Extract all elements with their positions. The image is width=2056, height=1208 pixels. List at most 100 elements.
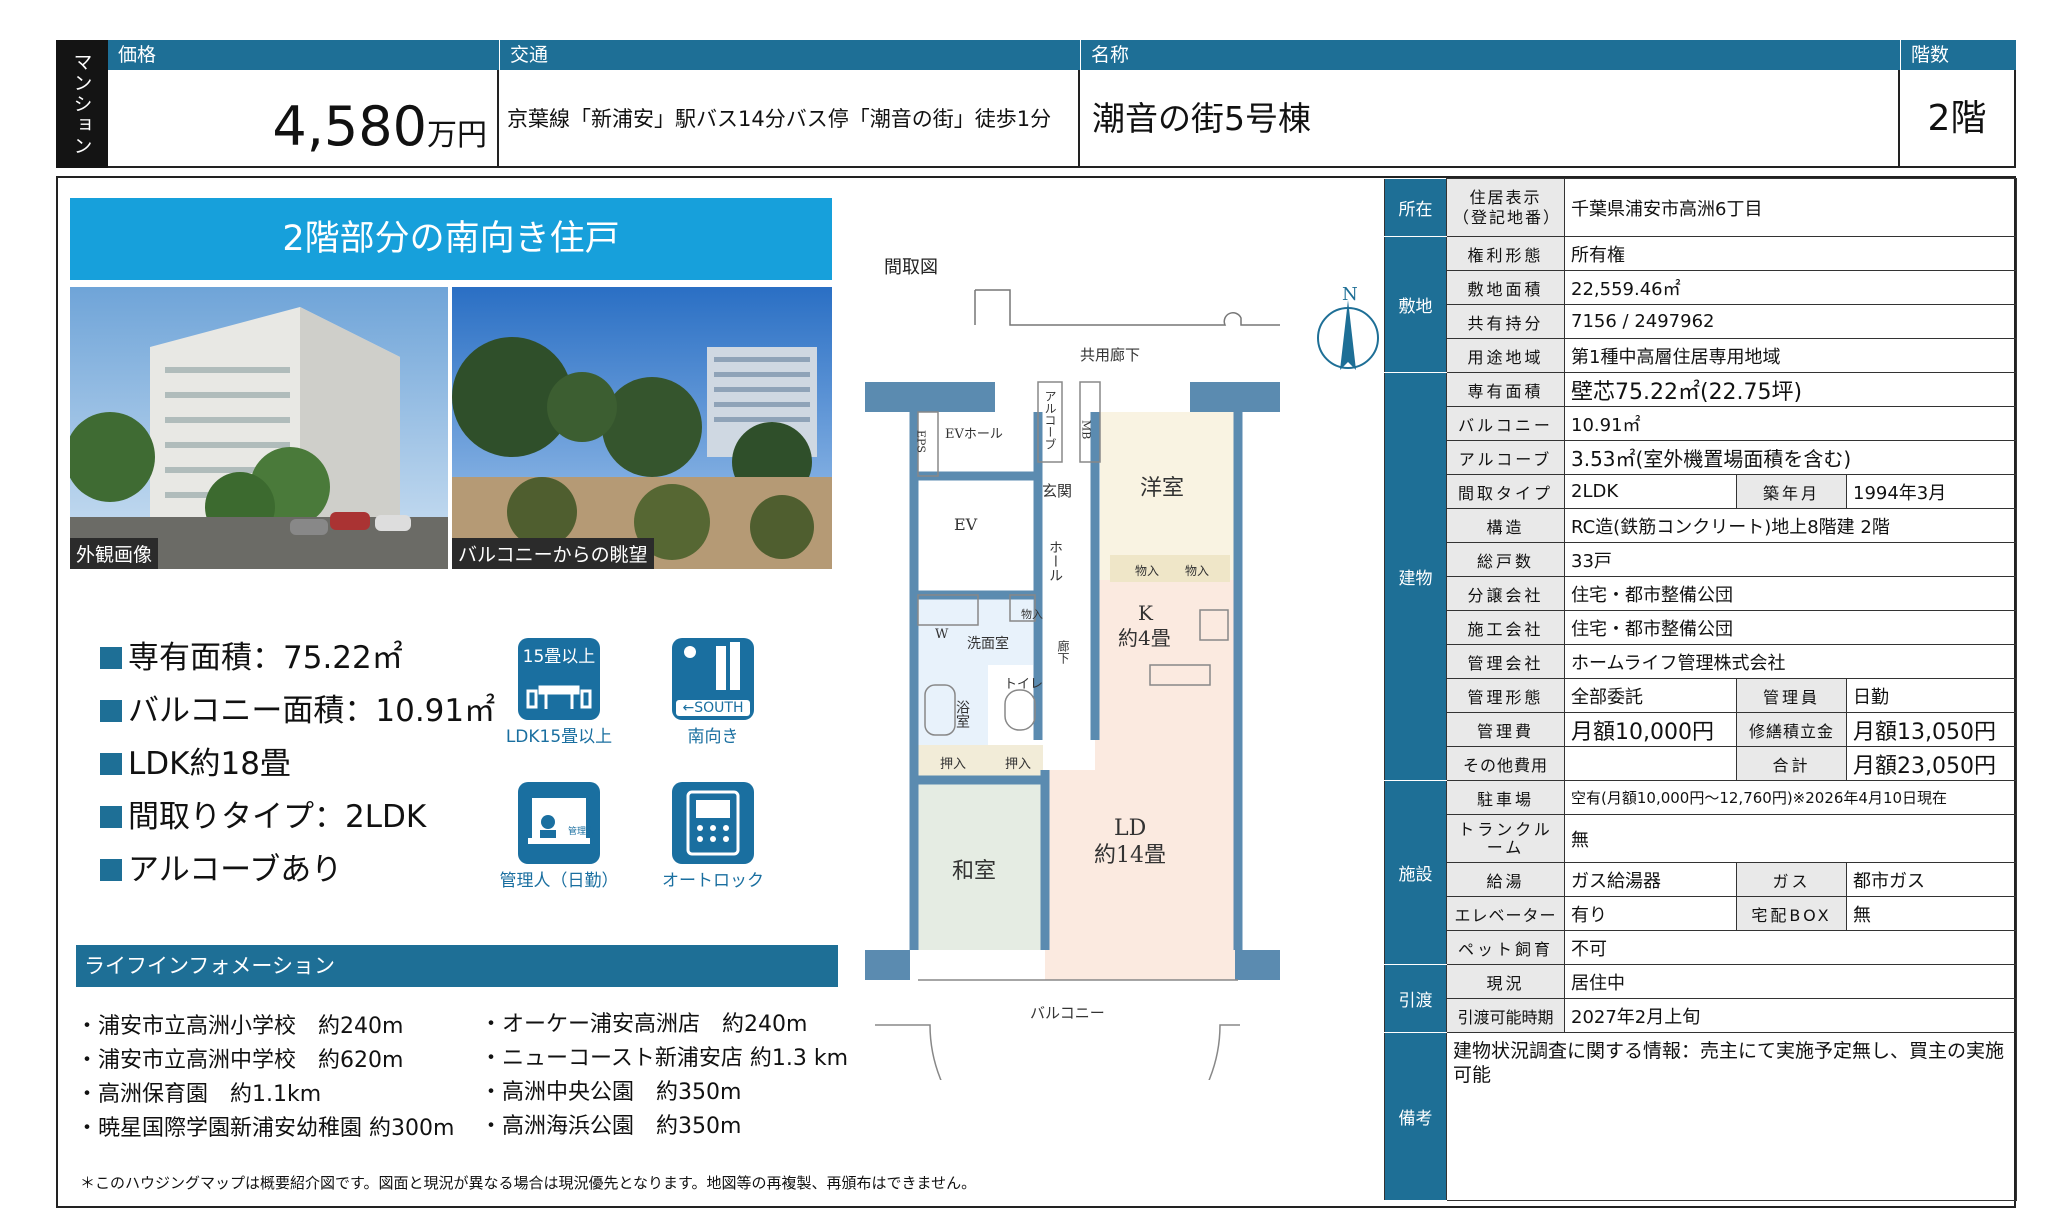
svg-text:玄関: 玄関 [1042, 482, 1072, 500]
svg-text:K: K [1138, 601, 1154, 625]
life-info-title: ライフインフォメーション [76, 945, 838, 987]
svg-text:EPS: EPS [915, 430, 928, 453]
spec-label: 宅配BOX [1736, 896, 1847, 931]
spec-label: その他費用 [1446, 746, 1565, 781]
spec-label: ガス [1736, 862, 1847, 897]
section-building: 建物 [1384, 372, 1447, 781]
ldk15-label: LDK15畳以上 [505, 727, 613, 747]
spec-label: トランクルーム [1446, 814, 1565, 863]
spec-label: 管理員 [1736, 678, 1847, 713]
corridor-label: 共用廊下 [1080, 346, 1140, 364]
svg-text:バルコニー: バルコニー [1030, 1004, 1105, 1022]
feature-ldk: LDK約18畳 [100, 738, 291, 783]
balcony-view-caption: バルコニーからの眺望 [452, 538, 654, 569]
south-icon: ←SOUTH [672, 638, 754, 720]
spec-table: 所在 住居表示 （登記地番） 千葉県浦安市高洲6丁目 敷地 権利形態 所有権 敷地… [1384, 178, 2018, 1201]
spec-value: ホームライフ管理株式会社 [1563, 644, 2018, 679]
floor-label: 階数 [1900, 40, 2016, 70]
exterior-photo: 外観画像 [70, 287, 448, 569]
spec-value: 所有権 [1563, 236, 2018, 271]
spec-value: 1994年3月 [1845, 474, 2018, 509]
svg-text:ホール: ホール [1047, 540, 1063, 582]
traffic-label: 交通 [499, 40, 1080, 70]
spec-value: RC造(鉄筋コンクリート)地上8階建 2階 [1563, 508, 2018, 543]
feature-layout: 間取りタイプ：2LDK [100, 791, 426, 836]
section-handover: 引渡 [1384, 964, 1447, 1033]
traffic: 京葉線「新浦安」駅バス14分バス停「潮音の街」徒歩1分 [499, 70, 1080, 168]
spec-label: 施工会社 [1446, 610, 1565, 645]
spec-value: 22,559.46㎡ [1563, 270, 2018, 305]
spec-label: 住居表示 （登記地番） [1446, 178, 1565, 237]
svg-text:浴室: 浴室 [954, 700, 970, 728]
spec-label: 管理費 [1446, 712, 1565, 747]
svg-text:押入: 押入 [940, 757, 966, 772]
spec-label: 駐車場 [1446, 780, 1565, 815]
name-label: 名称 [1080, 40, 1900, 70]
spec-value: 空有(月額10,000円～12,760円)※2026年4月10日現在 [1563, 780, 2018, 815]
spec-value: 33戸 [1563, 542, 2018, 577]
spec-label: 総戸数 [1446, 542, 1565, 577]
svg-text:和室: 和室 [952, 859, 996, 884]
spec-label: 現況 [1446, 964, 1565, 999]
spec-label: 修繕積立金 [1736, 712, 1847, 747]
spec-label: 合計 [1736, 746, 1847, 781]
floor-plan-title: 間取図 [884, 257, 938, 278]
svg-text:アルコーブ: アルコーブ [1043, 390, 1057, 450]
spec-value: 住宅・都市整備公団 [1563, 610, 2018, 645]
svg-text:EVホール: EVホール [945, 427, 1003, 442]
spec-value: 都市ガス [1845, 862, 2018, 897]
section-location: 所在 [1384, 178, 1447, 237]
svg-text:EV: EV [954, 515, 978, 534]
svg-text:MB: MB [1080, 420, 1093, 439]
address: 千葉県浦安市高洲6丁目 [1563, 178, 2018, 237]
spec-label: アルコーブ [1446, 440, 1565, 475]
autolock-label: オートロック [662, 871, 764, 891]
remarks: 建物状況調査に関する情報：売主にて実施予定無し、買主の実施可能 [1445, 1032, 2018, 1201]
section-site: 敷地 [1384, 236, 1447, 373]
section-remarks: 備考 [1384, 1032, 1447, 1201]
spec-label: バルコニー [1446, 406, 1565, 441]
spec-value: 3.53㎡(室外機置場面積を含む) [1563, 440, 2018, 475]
svg-text:押入: 押入 [1005, 757, 1031, 772]
south-label: 南向き [687, 727, 739, 747]
spec-value: 10.91㎡ [1563, 406, 2018, 441]
spec-label: 管理会社 [1446, 644, 1565, 679]
spec-value: 7156 / 2497962 [1563, 304, 2018, 339]
life-item: ・高洲保育園 約1.1km [76, 1082, 322, 1107]
autolock-icon [672, 782, 754, 864]
spec-label: 用途地域 [1446, 338, 1565, 373]
balcony-view-photo: バルコニーからの眺望 [452, 287, 832, 569]
life-item: ・浦安市立高洲小学校 約240m [76, 1014, 404, 1039]
manager-icon: 管理人 [518, 782, 600, 864]
compass-icon: N [1317, 284, 1379, 370]
life-item: ・高洲海浜公園 約350m [480, 1114, 742, 1139]
life-item: ・高洲中央公園 約350m [480, 1080, 742, 1105]
spec-value: 無 [1845, 896, 2018, 931]
spec-value [1564, 746, 1737, 781]
spec-value: 壁芯75.22㎡(22.75坪) [1563, 372, 2018, 407]
spec-label: 構造 [1446, 508, 1565, 543]
spec-value: 月額10,000円 [1564, 712, 1737, 747]
spec-label: 間取タイプ [1446, 474, 1565, 509]
svg-text:W: W [935, 627, 949, 642]
spec-label: 引渡可能時期 [1446, 998, 1565, 1033]
ldk15-icon: 15畳以上 [518, 638, 600, 720]
life-item: ・ニューコースト新浦安店 約1.3 km [480, 1046, 849, 1071]
disclaimer-note: ＊このハウジングマップは概要紹介図です。図面と現況が異なる場合は現況優先となりま… [80, 1174, 977, 1192]
svg-text:物入: 物入 [1021, 607, 1043, 621]
spec-value: 無 [1563, 814, 2018, 863]
spec-label: 築年月 [1736, 474, 1847, 509]
spec-value: ガス給湯器 [1564, 862, 1737, 897]
spec-value: 第1種中高層住居専用地域 [1563, 338, 2018, 373]
spec-label: ペット飼育 [1446, 930, 1565, 965]
spec-value: 2027年2月上旬 [1563, 998, 2018, 1033]
svg-text:LD: LD [1114, 816, 1146, 841]
floor-plan: 間取図 共用廊下 N EPS EVホール アルコーブ MB EV 玄関 ホール … [865, 257, 1379, 1080]
spec-value: 2LDK [1564, 474, 1737, 509]
spec-value: 日勤 [1845, 678, 2018, 713]
headline: 2階部分の南向き住戸 [70, 198, 832, 280]
spec-label: 専有面積 [1446, 372, 1565, 407]
spec-value: 有り [1564, 896, 1737, 931]
spec-label: 管理形態 [1446, 678, 1565, 713]
spec-value: 住宅・都市整備公団 [1563, 576, 2018, 611]
